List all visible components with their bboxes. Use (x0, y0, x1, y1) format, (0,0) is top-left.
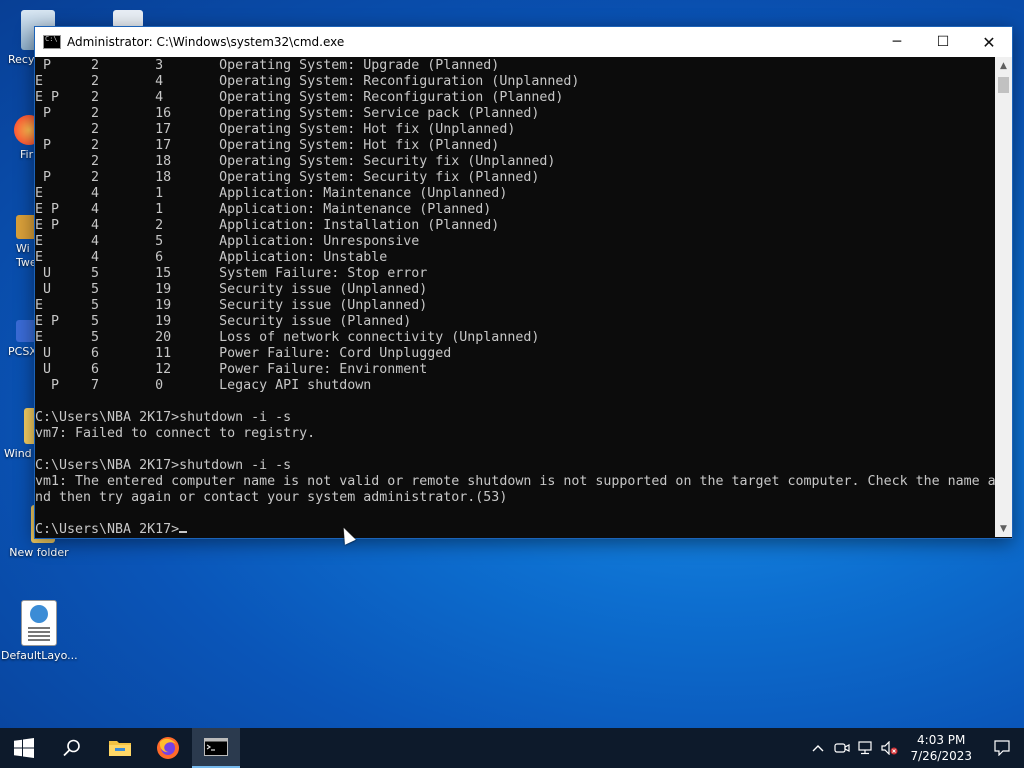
console-line: nd then try again or contact your system… (35, 490, 508, 505)
start-button[interactable] (0, 728, 48, 768)
volume-muted-icon[interactable] (878, 728, 902, 768)
text-cursor (179, 531, 188, 533)
console-line: E 5 19 Security issue (Unplanned) (35, 298, 428, 313)
taskbar-cmd[interactable] (192, 728, 240, 768)
maximize-button[interactable]: ☐ (920, 27, 966, 57)
network-icon[interactable] (854, 728, 878, 768)
notification-icon (994, 740, 1010, 756)
taskbar-file-explorer[interactable] (96, 728, 144, 768)
firefox-icon (157, 737, 179, 759)
scrollbar-thumb[interactable] (998, 77, 1009, 93)
cmd-icon (204, 738, 228, 756)
minimize-button[interactable]: ─ (874, 27, 920, 57)
console-line: E 2 4 Operating System: Reconfiguration … (35, 74, 580, 89)
console-line: U 6 11 Power Failure: Cord Unplugged (35, 346, 452, 361)
scroll-down-icon[interactable]: ▼ (995, 520, 1012, 537)
console-text: P 2 3 Operating System: Upgrade (Planned… (35, 57, 995, 537)
console-line: E P 5 19 Security issue (Planned) (35, 314, 412, 329)
scroll-up-icon[interactable]: ▲ (995, 57, 1012, 74)
meet-now-icon[interactable] (830, 728, 854, 768)
taskbar-firefox[interactable] (144, 728, 192, 768)
console-line: E P 4 2 Application: Installation (Plann… (35, 218, 500, 233)
console-line: 2 18 Operating System: Security fix (Unp… (35, 154, 556, 169)
desktop-icon-label: New folder (9, 546, 69, 559)
console-line: P 2 16 Operating System: Service pack (P… (35, 106, 540, 121)
console-line: U 5 19 Security issue (Unplanned) (35, 282, 428, 297)
close-button[interactable]: ✕ (966, 27, 1012, 57)
console-output[interactable]: P 2 3 Operating System: Upgrade (Planned… (35, 57, 995, 537)
search-icon (63, 739, 80, 757)
console-line: C:\Users\NBA 2K17>shutdown -i -s (35, 458, 292, 473)
system-tray: 4:03 PM 7/26/2023 (806, 728, 1024, 768)
console-line: E P 4 1 Application: Maintenance (Planne… (35, 202, 492, 217)
console-line: E 5 20 Loss of network connectivity (Unp… (35, 330, 540, 345)
console-line: P 2 3 Operating System: Upgrade (Planned… (35, 58, 500, 73)
window-title: Administrator: C:\Windows\system32\cmd.e… (67, 35, 345, 49)
windows-logo-icon (14, 738, 34, 758)
notification-center-button[interactable] (980, 728, 1024, 768)
console-line: P 2 17 Operating System: Hot fix (Planne… (35, 138, 500, 153)
clock-date: 7/26/2023 (910, 749, 972, 763)
console-prompt: C:\Users\NBA 2K17> (35, 522, 180, 537)
vertical-scrollbar[interactable]: ▲ ▼ (995, 57, 1012, 537)
taskbar: 4:03 PM 7/26/2023 (0, 728, 1024, 768)
cmd-window[interactable]: Administrator: C:\Windows\system32\cmd.e… (34, 26, 1013, 539)
console-line: E 4 6 Application: Unstable (35, 250, 388, 265)
console-line: E 4 5 Application: Unresponsive (35, 234, 420, 249)
window-titlebar[interactable]: Administrator: C:\Windows\system32\cmd.e… (35, 27, 1012, 57)
console-line: U 6 12 Power Failure: Environment (35, 362, 428, 377)
desktop-icon-label: DefaultLayo... (1, 649, 78, 662)
console-line: vm7: Failed to connect to registry. (35, 426, 316, 441)
console-line: E 4 1 Application: Maintenance (Unplanne… (35, 186, 508, 201)
desktop-icon-defaultlayout[interactable]: DefaultLayo... (1, 600, 78, 662)
xml-file-icon (21, 600, 57, 646)
console-line: P 7 0 Legacy API shutdown (35, 378, 372, 393)
file-explorer-icon (109, 741, 131, 756)
cmd-app-icon (43, 35, 61, 49)
console-line: vm1: The entered computer name is not va… (35, 474, 995, 489)
console-line: 2 17 Operating System: Hot fix (Unplanne… (35, 122, 516, 137)
console-line: E P 2 4 Operating System: Reconfiguratio… (35, 90, 564, 105)
console-line: P 2 18 Operating System: Security fix (P… (35, 170, 540, 185)
clock-time: 4:03 PM (917, 733, 966, 747)
search-button[interactable] (48, 728, 96, 768)
chevron-up-icon[interactable] (806, 728, 830, 768)
console-line: C:\Users\NBA 2K17>shutdown -i -s (35, 410, 292, 425)
taskbar-clock[interactable]: 4:03 PM 7/26/2023 (902, 732, 980, 764)
console-line: U 5 15 System Failure: Stop error (35, 266, 428, 281)
